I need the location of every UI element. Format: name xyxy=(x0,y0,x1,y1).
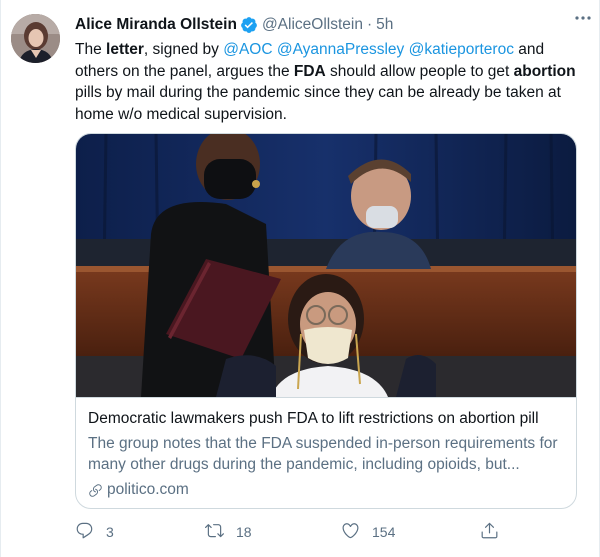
more-options-icon[interactable] xyxy=(573,8,593,28)
highlight-word: FDA xyxy=(293,62,326,80)
reply-icon[interactable] xyxy=(75,521,94,543)
reply-count: 3 xyxy=(106,524,114,540)
text-segment: , signed by xyxy=(143,41,224,58)
card-description: The group notes that the FDA suspended i… xyxy=(88,435,558,473)
tweet-text: The letter, signed by @AOC @AyannaPressl… xyxy=(75,39,580,125)
text-segment: The xyxy=(75,41,107,58)
card-domain[interactable]: politico.com xyxy=(88,481,564,499)
mention-aoc[interactable]: @AOC xyxy=(223,41,272,58)
tweet[interactable]: Alice Miranda Ollstein @AliceOllstein · … xyxy=(0,0,600,557)
share-icon[interactable] xyxy=(480,521,499,543)
card-domain-text[interactable]: politico.com xyxy=(107,481,189,499)
avatar[interactable] xyxy=(11,14,60,63)
card-body[interactable]: Democratic lawmakers push FDA to lift re… xyxy=(76,397,576,508)
card-image[interactable] xyxy=(76,134,576,397)
timestamp[interactable]: 5h xyxy=(376,16,393,34)
text-segment: pills by mail during the pandemic since … xyxy=(75,84,561,123)
card-title[interactable]: Democratic lawmakers push FDA to lift re… xyxy=(88,409,564,429)
highlight-word: letter xyxy=(106,41,144,58)
mention-ayannapressley[interactable]: @AyannaPressley xyxy=(277,41,404,58)
text-segment: should allow people to get xyxy=(325,62,514,80)
highlight-word: abortion xyxy=(513,62,576,80)
display-name[interactable]: Alice Miranda Ollstein xyxy=(75,16,237,34)
separator-dot: · xyxy=(366,16,373,33)
verified-badge-icon xyxy=(240,16,258,34)
heart-icon[interactable] xyxy=(341,521,360,543)
like-button[interactable]: 154 xyxy=(341,520,395,544)
link-card[interactable]: Democratic lawmakers push FDA to lift re… xyxy=(75,133,577,509)
mention-katieporteroc[interactable]: @katieporteroc xyxy=(409,41,514,58)
retweet-icon[interactable] xyxy=(205,521,224,543)
handle[interactable]: @AliceOllstein xyxy=(262,16,363,34)
tweet-header: Alice Miranda Ollstein @AliceOllstein · … xyxy=(75,14,579,36)
share-button[interactable] xyxy=(480,520,499,544)
retweet-button[interactable]: 18 xyxy=(205,520,252,544)
reply-button[interactable]: 3 xyxy=(75,520,114,544)
like-count: 154 xyxy=(372,524,396,540)
link-icon xyxy=(88,483,103,498)
retweet-count: 18 xyxy=(236,524,252,540)
action-bar: 3 18 154 xyxy=(75,520,505,544)
